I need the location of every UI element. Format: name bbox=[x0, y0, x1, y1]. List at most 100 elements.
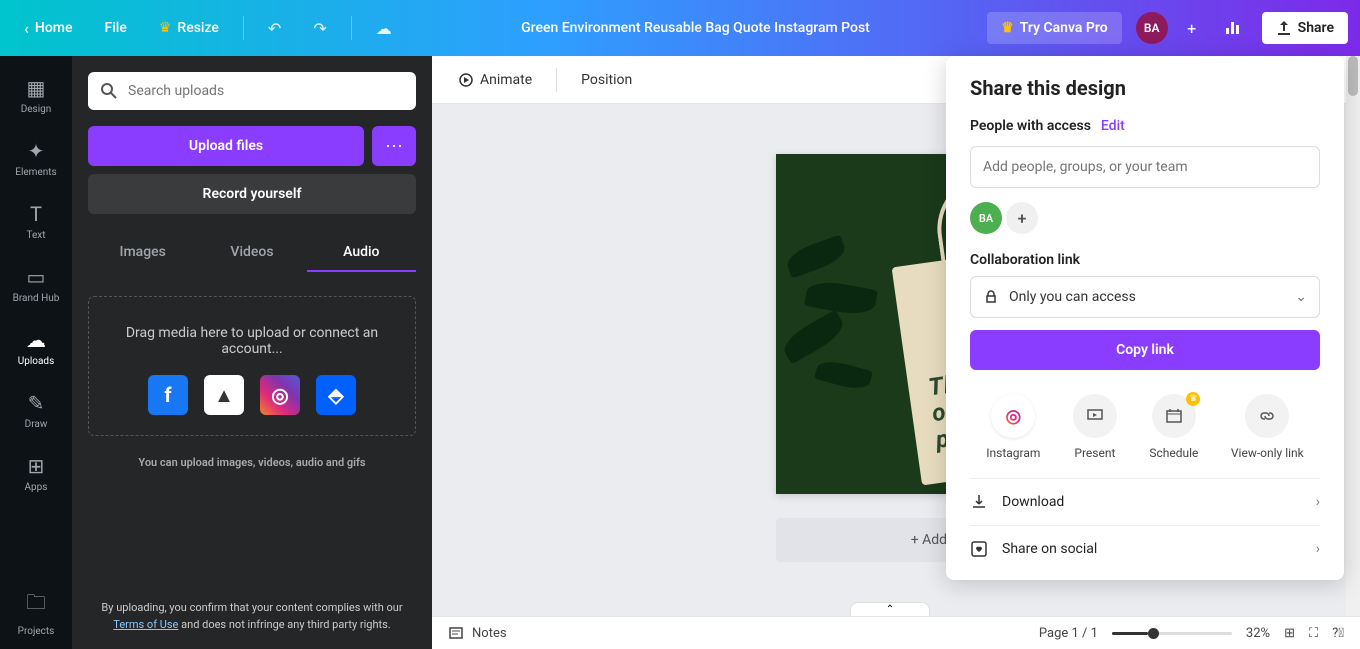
edit-access-link[interactable]: Edit bbox=[1101, 118, 1125, 134]
shapes-icon: ✦ bbox=[28, 139, 45, 163]
access-level-select[interactable]: Only you can access ⌄ bbox=[970, 276, 1320, 318]
instagram-icon: ◎ bbox=[1005, 406, 1021, 427]
share-present[interactable]: Present bbox=[1073, 394, 1117, 460]
upload-more-button[interactable]: ⋯ bbox=[372, 126, 416, 166]
terms-link[interactable]: Terms of Use bbox=[113, 618, 178, 631]
heart-icon bbox=[970, 540, 988, 558]
record-yourself-button[interactable]: Record yourself bbox=[88, 174, 416, 214]
cloud-sync-button[interactable]: ☁ bbox=[364, 11, 404, 46]
download-action[interactable]: Download › bbox=[970, 479, 1320, 525]
redo-button[interactable]: ↷ bbox=[301, 11, 338, 46]
slider-thumb[interactable] bbox=[1148, 628, 1159, 639]
chevron-down-icon: ⌄ bbox=[1295, 289, 1307, 305]
undo-button[interactable]: ↶ bbox=[256, 11, 293, 46]
folder-icon: 🗀 bbox=[26, 588, 46, 622]
home-label: Home bbox=[35, 20, 73, 36]
text-icon: T bbox=[30, 202, 42, 226]
scrollbar-thumb[interactable] bbox=[1348, 56, 1358, 96]
link-icon bbox=[1258, 407, 1276, 425]
calendar-icon bbox=[1165, 407, 1183, 425]
nav-uploads[interactable]: ☁Uploads bbox=[0, 316, 72, 379]
copy-link-button[interactable]: Copy link bbox=[970, 330, 1320, 370]
upload-footer: By uploading, you confirm that your cont… bbox=[88, 600, 416, 633]
document-title[interactable]: Green Environment Reusable Bag Quote Ins… bbox=[412, 20, 979, 36]
download-icon bbox=[970, 493, 988, 511]
tab-audio[interactable]: Audio bbox=[307, 234, 416, 272]
share-on-social-action[interactable]: Share on social › bbox=[970, 525, 1320, 572]
undo-icon: ↶ bbox=[268, 19, 281, 38]
dropzone-text: Drag media here to upload or connect an … bbox=[105, 325, 399, 357]
share-title: Share this design bbox=[970, 76, 1320, 100]
search-box[interactable] bbox=[88, 72, 416, 110]
dropbox-icon: ⬘ bbox=[328, 383, 343, 407]
help-button[interactable]: ?⃝ bbox=[1332, 626, 1344, 641]
tab-videos[interactable]: Videos bbox=[197, 234, 306, 272]
people-with-access-label: People with access bbox=[970, 118, 1091, 134]
share-instagram[interactable]: ◎ Instagram bbox=[986, 394, 1040, 460]
home-button[interactable]: ‹ Home bbox=[12, 11, 84, 46]
animate-button[interactable]: Animate bbox=[448, 64, 542, 96]
nav-elements[interactable]: ✦Elements bbox=[0, 127, 72, 190]
position-button[interactable]: Position bbox=[571, 64, 642, 96]
present-icon bbox=[1086, 407, 1104, 425]
share-panel: Share this design People with access Edi… bbox=[946, 56, 1344, 580]
share-icon bbox=[1276, 20, 1292, 36]
notes-toggle[interactable]: ⌃ bbox=[850, 602, 930, 616]
facebook-icon: f bbox=[164, 383, 171, 407]
share-schedule[interactable]: ♛ Schedule bbox=[1149, 394, 1198, 460]
notes-button[interactable]: Notes bbox=[448, 625, 507, 641]
nav-text[interactable]: TText bbox=[0, 190, 72, 253]
briefcase-icon: ▭ bbox=[27, 265, 46, 289]
upload-files-button[interactable]: Upload files bbox=[88, 126, 364, 166]
redo-icon: ↷ bbox=[313, 19, 326, 38]
nav-draw[interactable]: ✎Draw bbox=[0, 379, 72, 442]
connect-dropbox[interactable]: ⬘ bbox=[316, 375, 356, 415]
dropzone[interactable]: Drag media here to upload or connect an … bbox=[88, 296, 416, 436]
file-menu[interactable]: File bbox=[92, 12, 138, 44]
zoom-value[interactable]: 32% bbox=[1246, 626, 1270, 641]
share-label: Share bbox=[1298, 20, 1334, 36]
divider bbox=[556, 68, 557, 92]
share-avatar[interactable]: BA bbox=[970, 202, 1002, 234]
fullscreen-button[interactable]: ⛶ bbox=[1309, 626, 1318, 641]
more-icon: ⋯ bbox=[385, 136, 403, 157]
pro-badge: ♛ bbox=[1186, 392, 1200, 406]
cloud-icon: ☁ bbox=[376, 19, 392, 38]
plus-icon: + bbox=[1018, 209, 1027, 228]
file-label: File bbox=[104, 20, 126, 36]
collab-link-label: Collaboration link bbox=[970, 252, 1320, 268]
instagram-icon: ◎ bbox=[271, 383, 288, 407]
add-member-button[interactable]: + bbox=[1176, 12, 1208, 44]
tab-images[interactable]: Images bbox=[88, 234, 197, 272]
plus-icon: + bbox=[1187, 19, 1196, 38]
connect-instagram[interactable]: ◎ bbox=[260, 375, 300, 415]
plant-leaves bbox=[776, 214, 896, 414]
divider bbox=[351, 16, 352, 40]
share-button[interactable]: Share bbox=[1262, 12, 1348, 44]
chevron-right-icon: › bbox=[1316, 541, 1320, 557]
connect-facebook[interactable]: f bbox=[148, 375, 188, 415]
vertical-scrollbar[interactable] bbox=[1346, 56, 1360, 616]
connect-googledrive[interactable]: ▲ bbox=[204, 375, 244, 415]
nav-apps[interactable]: ⊞Apps bbox=[0, 442, 72, 505]
user-avatar[interactable]: BA bbox=[1136, 12, 1168, 44]
zoom-slider[interactable] bbox=[1112, 632, 1232, 635]
grid-view-button[interactable]: ⊞ bbox=[1284, 626, 1295, 641]
insights-button[interactable] bbox=[1216, 12, 1248, 44]
nav-brandhub[interactable]: ▭Brand Hub bbox=[0, 253, 72, 316]
try-pro-button[interactable]: ♛ Try Canva Pro bbox=[987, 12, 1121, 44]
page-indicator[interactable]: Page 1 / 1 bbox=[1039, 626, 1098, 641]
add-person-button[interactable]: + bbox=[1006, 202, 1038, 234]
resize-button[interactable]: ♛ Resize bbox=[147, 12, 231, 44]
pencil-icon: ✎ bbox=[28, 391, 45, 415]
divider bbox=[243, 16, 244, 40]
lock-icon bbox=[983, 289, 999, 305]
cloud-upload-icon: ☁ bbox=[26, 328, 46, 352]
search-input[interactable] bbox=[128, 83, 404, 99]
nav-projects[interactable]: 🗀Projects bbox=[0, 576, 72, 649]
resize-label: Resize bbox=[177, 20, 219, 36]
add-people-input[interactable] bbox=[970, 146, 1320, 188]
nav-design[interactable]: ▦Design bbox=[0, 64, 72, 127]
share-viewonly[interactable]: View-only link bbox=[1231, 394, 1304, 460]
crown-icon: ♛ bbox=[159, 20, 172, 36]
